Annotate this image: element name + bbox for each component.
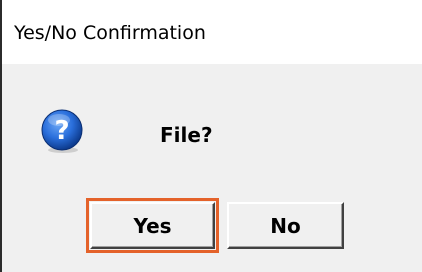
yes-button[interactable]: Yes: [90, 202, 215, 249]
window-title: Yes/No Confirmation: [14, 22, 206, 44]
dialog-message: File?: [160, 123, 213, 147]
question-icon: ?: [41, 109, 83, 153]
no-button[interactable]: No: [227, 202, 344, 249]
svg-text:?: ?: [54, 116, 69, 146]
confirmation-dialog: Yes/No Confirmation ? File? Yes No: [0, 0, 422, 272]
yes-button-label: Yes: [133, 213, 172, 238]
title-bar[interactable]: Yes/No Confirmation: [0, 0, 422, 64]
no-button-label: No: [270, 213, 301, 238]
